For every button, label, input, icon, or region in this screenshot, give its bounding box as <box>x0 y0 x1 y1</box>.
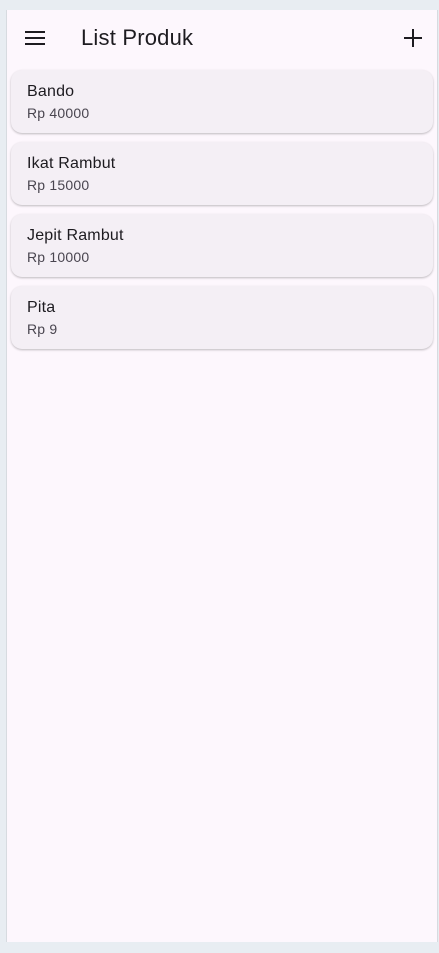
product-card-pita[interactable]: Pita Rp 9 <box>11 286 433 349</box>
app-bar: List Produk <box>7 10 437 66</box>
product-price: Rp 9 <box>27 320 58 337</box>
product-price: Rp 40000 <box>27 104 90 121</box>
product-name: Bando <box>27 82 75 100</box>
product-list: Bando Rp 40000 Ikat Rambut Rp 15000 Jepi… <box>7 66 437 349</box>
add-product-button[interactable] <box>397 22 429 54</box>
product-card-jepit-rambut[interactable]: Jepit Rambut Rp 10000 <box>11 214 433 277</box>
product-card-bando[interactable]: Bando Rp 40000 <box>11 70 433 133</box>
product-card-ikat-rambut[interactable]: Ikat Rambut Rp 15000 <box>11 142 433 205</box>
app-screen: List Produk Bando Rp 40000 Ikat Rambut R… <box>6 10 438 942</box>
product-name: Pita <box>27 298 56 316</box>
product-price: Rp 10000 <box>27 248 90 265</box>
product-price: Rp 15000 <box>27 176 90 193</box>
add-icon <box>404 29 422 47</box>
product-name: Jepit Rambut <box>27 226 124 244</box>
page-title: List Produk <box>81 25 194 50</box>
product-name: Ikat Rambut <box>27 154 116 172</box>
menu-button[interactable] <box>19 22 51 54</box>
menu-icon <box>25 31 45 45</box>
app-bar-left: List Produk <box>19 22 193 54</box>
